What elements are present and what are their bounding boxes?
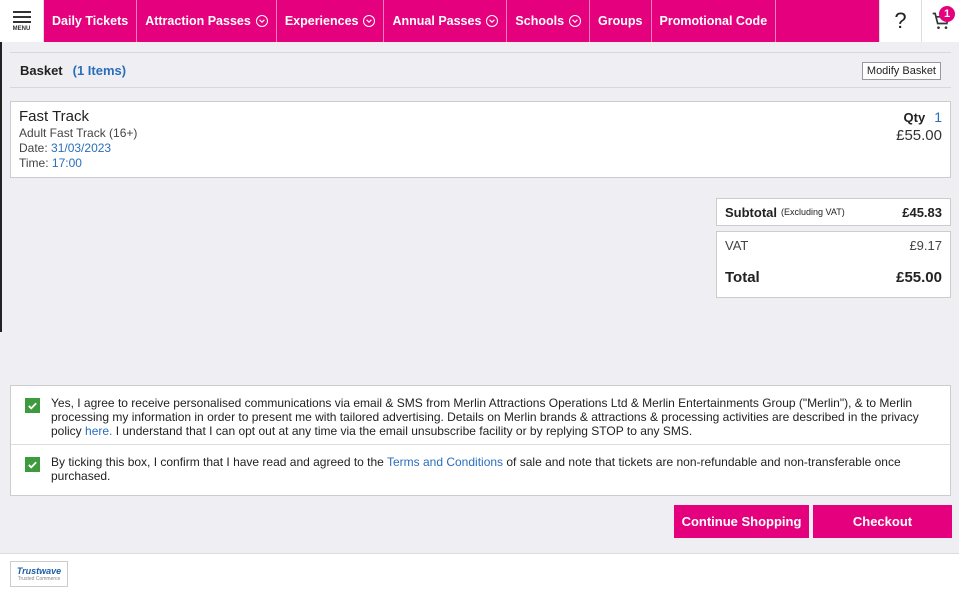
basket-header: Basket (1 Items) Modify Basket [10,52,951,88]
nav-item-label: Experiences [284,14,359,28]
consent-panel: Yes, I agree to receive personalised com… [10,385,951,496]
item-time: Time: 17:00 [19,156,942,170]
top-navigation: MENU Daily Tickets Attraction Passes Exper… [0,0,959,42]
totals-panel: VAT £9.17 Total £55.00 [716,231,951,298]
nav-item-promotional-code[interactable]: Promotional Code [652,0,777,42]
qty-label: Qty [903,110,926,125]
subtotal-note: (Excluding VAT) [781,207,845,217]
basket-item: Fast Track Adult Fast Track (16+) Date: … [10,101,951,178]
cart-count-badge: 1 [939,6,955,22]
nav-item-daily-tickets[interactable]: Daily Tickets [44,0,138,42]
total-label: Total [725,269,760,286]
terms-consent-row: By ticking this box, I confirm that I ha… [11,444,950,489]
nav-item-annual-passes[interactable]: Annual Passes [384,0,508,42]
item-time-value: 17:00 [51,156,82,170]
trustwave-seal[interactable]: Trustwave Trusted Commerce [10,561,68,587]
help-button[interactable]: ? [879,0,921,42]
nav-item-label: Promotional Code [659,14,768,28]
nav-item-label: Annual Passes [392,14,482,28]
nav-item-groups[interactable]: Groups [590,0,652,42]
total-value: £55.00 [896,269,942,286]
item-price: £55.00 [896,127,942,144]
marketing-consent-checkbox[interactable] [25,398,40,413]
qty-value: 1 [934,109,942,125]
nav-item-label: Groups [598,14,643,28]
nav-items: Daily Tickets Attraction Passes Experience… [44,0,777,42]
vat-row: VAT £9.17 [725,238,942,253]
basket-item-count: (1 Items) [72,62,127,78]
modify-basket-button[interactable]: Modify Basket [861,62,941,80]
chevron-down-icon [255,15,268,27]
privacy-policy-link[interactable]: here. [85,424,112,438]
terms-consent-text: By ticking this box, I confirm that I ha… [51,455,936,483]
subtotal-row: Subtotal (Excluding VAT) £45.83 [716,198,951,226]
item-date-label: Date: [19,141,48,155]
subtotal-value: £45.83 [902,204,942,220]
checkout-button[interactable]: Checkout [813,505,952,538]
terms-and-conditions-link[interactable]: Terms and Conditions [387,455,503,469]
nav-item-label: Attraction Passes [145,14,251,28]
total-row: Total £55.00 [725,269,942,286]
trustwave-subtitle: Trusted Commerce [17,576,61,582]
help-icon: ? [894,8,907,33]
item-date-value: 31/03/2023 [51,141,112,155]
menu-label: MENU [12,25,31,32]
vat-label: VAT [725,238,749,253]
item-ticket-type: Adult Fast Track (16+) [19,126,138,140]
cart-button[interactable]: 1 [921,0,959,42]
item-name: Fast Track [19,108,90,125]
checkmark-icon [28,402,37,410]
footer: Trustwave Trusted Commerce [0,553,959,594]
hamburger-icon [12,10,31,23]
chevron-down-icon [486,15,499,27]
nav-item-label: Schools [515,14,565,28]
basket-title: Basket [20,62,63,78]
window-edge [0,42,2,332]
chevron-down-icon [569,15,582,27]
marketing-consent-row: Yes, I agree to receive personalised com… [11,386,950,444]
marketing-consent-text: Yes, I agree to receive personalised com… [51,396,936,438]
continue-shopping-button[interactable]: Continue Shopping [674,505,809,538]
nav-item-label: Daily Tickets [52,14,129,28]
terms-consent-checkbox[interactable] [25,457,40,472]
nav-item-attraction-passes[interactable]: Attraction Passes [137,0,277,42]
vat-value: £9.17 [909,238,942,253]
chevron-down-icon [363,15,376,27]
checkmark-icon [28,461,37,469]
item-date: Date: 31/03/2023 [19,141,942,155]
subtotal-label: Subtotal [725,204,777,220]
trustwave-logo-text: Trustwave [16,566,62,576]
nav-item-experiences[interactable]: Experiences [277,0,385,42]
item-quantity: Qty 1 [904,109,942,125]
item-time-label: Time: [19,156,49,170]
marketing-text-part-2: I understand that I can opt out at any t… [112,424,693,438]
nav-item-schools[interactable]: Schools [507,0,591,42]
terms-text-part-1: By ticking this box, I confirm that I ha… [51,455,387,469]
menu-button[interactable]: MENU [0,0,44,42]
